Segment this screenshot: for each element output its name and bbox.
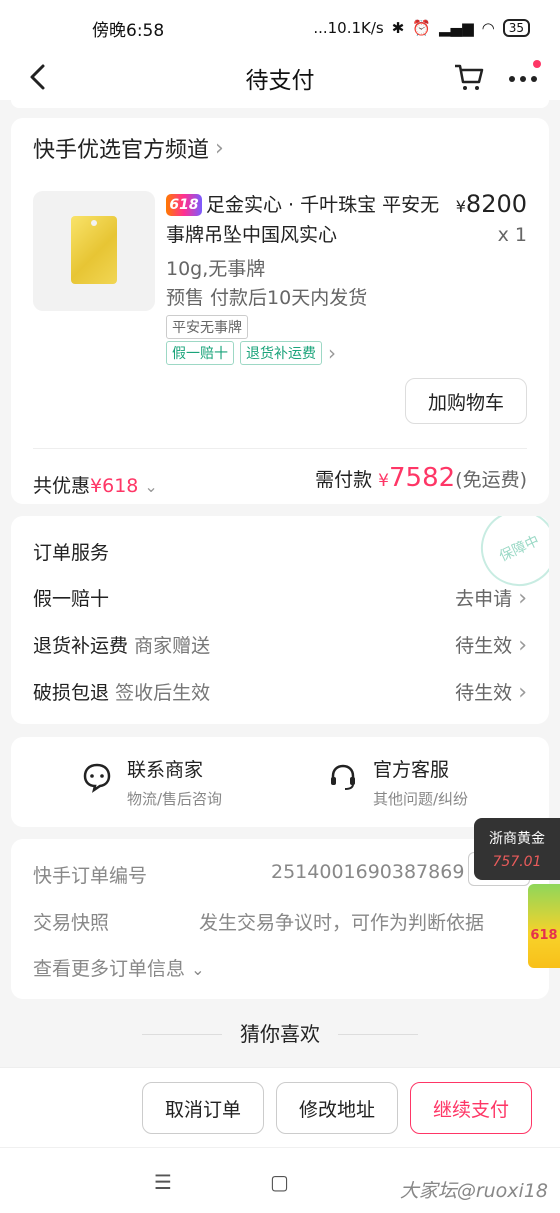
service-value: 去申请 › (455, 585, 527, 611)
service-label: 假一赔十 (33, 587, 110, 610)
gold-pendant-image (71, 216, 117, 284)
chevron-right-icon: › (518, 679, 527, 705)
wifi-icon: ◠ (481, 19, 495, 37)
menu-icon[interactable]: ☰ (154, 1170, 172, 1194)
contact-card: 联系商家 物流/售后咨询 官方客服 其他问题/纠纷 (11, 737, 549, 827)
status-time: 傍晚6:58 (92, 20, 165, 41)
currency-symbol: ¥ (455, 197, 466, 216)
ad-title: 浙商黄金 (489, 831, 545, 847)
product-tag: 平安无事牌 (166, 315, 248, 339)
payment-total: 需付款 ¥7582(免运费) (315, 463, 527, 493)
services-title: 订单服务 (33, 541, 110, 564)
chevron-down-icon: ⌄ (144, 477, 158, 496)
alarm-icon: ⏰ (412, 19, 432, 37)
continue-payment-button[interactable]: 继续支付 (410, 1082, 532, 1134)
cart-icon[interactable] (452, 60, 486, 94)
back-icon[interactable] (24, 62, 54, 92)
service-tags[interactable]: 假一赔十 退货补运费 › (166, 341, 336, 365)
nav-bar: 待支付 (0, 56, 560, 100)
order-number-label: 快手订单编号 (33, 865, 148, 887)
watermark: 大家坛@ruoxi18 (399, 1180, 548, 1202)
divider (33, 448, 527, 449)
status-icons: ...10.1K/s ✱ ⏰ ▂▄▆ ◠ 35 (313, 19, 530, 37)
modify-address-button[interactable]: 修改地址 (276, 1082, 398, 1134)
product-card: 快手优选官方频道 › 618 足金实心 · 千叶珠宝 平安无事牌吊坠中国风实心 ¥… (11, 118, 549, 504)
battery-icon: 35 (502, 19, 530, 37)
order-number-value: 2514001690387869 (271, 861, 465, 883)
services-title-row: 订单服务 (33, 534, 527, 568)
floating-ad-gold[interactable]: 浙商黄金 757.01 (474, 818, 560, 880)
service-row[interactable]: 破损包退 签收后生效 待生效 › (33, 674, 527, 708)
service-label: 退货补运费 商家赠送 (33, 634, 211, 657)
pay-label: 需付款 (315, 469, 373, 491)
contact-title: 官方客服 (373, 759, 450, 781)
divider (338, 1034, 418, 1035)
service-tag: 假一赔十 (166, 341, 234, 365)
service-tag: 退货补运费 (240, 341, 322, 365)
chevron-right-icon: › (215, 135, 224, 161)
discount-label: 共优惠 (33, 475, 91, 497)
network-speed: ...10.1K/s (313, 19, 384, 37)
pay-amount: 7582 (389, 463, 456, 493)
product-quantity: x 1 (497, 224, 527, 246)
product-spec: 10g,无事牌 (166, 258, 266, 280)
shop-name: 快手优选官方频道 (33, 138, 210, 163)
chevron-down-icon: ⌄ (191, 960, 205, 979)
snapshot-label: 交易快照 (33, 912, 110, 934)
service-row[interactable]: 退货补运费 商家赠送 待生效 › (33, 627, 527, 661)
service-row[interactable]: 假一赔十 去申请 › (33, 580, 527, 614)
order-info-card: 快手订单编号 2514001690387869 复制 交易快照 发生交易争议时，… (11, 839, 549, 999)
status-bar: 傍晚6:58 ...10.1K/s ✱ ⏰ ▂▄▆ ◠ 35 (0, 0, 560, 56)
shop-link[interactable]: 快手优选官方频道 › (33, 132, 224, 164)
recommendations-title: 猜你喜欢 (240, 1022, 320, 1046)
price-value: 8200 (465, 190, 527, 218)
shipping-info: 预售 付款后10天内发货 (166, 287, 368, 309)
contact-subtitle: 其他问题/纠纷 (373, 790, 469, 808)
contact-title: 联系商家 (127, 759, 204, 781)
discount-value: ¥618 (90, 475, 139, 497)
service-label: 破损包退 签收后生效 (33, 681, 211, 704)
service-value: 待生效 › (455, 632, 527, 658)
product-image[interactable] (33, 191, 155, 311)
notification-dot (533, 60, 541, 68)
headset-icon (331, 764, 355, 790)
pay-note: (免运费) (455, 469, 527, 491)
chevron-right-icon: › (518, 585, 527, 611)
discount-summary[interactable]: 共优惠¥618 ⌄ (33, 471, 158, 498)
official-support-button[interactable]: 官方客服 其他问题/纠纷 (327, 755, 468, 809)
contact-subtitle: 物流/售后咨询 (127, 790, 223, 808)
bluetooth-icon: ✱ (391, 19, 405, 37)
more-order-info[interactable]: 查看更多订单信息 ⌄ (33, 954, 204, 981)
add-to-cart-button[interactable]: 加购物车 (405, 378, 527, 424)
bottom-action-bar: 取消订单 修改地址 继续支付 (0, 1067, 560, 1147)
signal-icon: ▂▄▆ (439, 19, 474, 37)
pay-currency: ¥ (378, 471, 389, 491)
chevron-right-icon: › (518, 632, 527, 658)
cancel-order-button[interactable]: 取消订单 (142, 1082, 264, 1134)
promo-618-badge: 618 (166, 194, 202, 216)
product-title-text: 足金实心 · 千叶珠宝 平安无事牌吊坠中国风实心 (166, 194, 440, 246)
chat-bubble-icon (83, 763, 111, 793)
home-icon[interactable]: ▢ (270, 1170, 289, 1194)
order-services-card: 保障中 订单服务 假一赔十 去申请 › 退货补运费 商家赠送 待生效 › 破损包… (11, 516, 549, 724)
chevron-right-icon: › (328, 341, 336, 365)
contact-merchant-button[interactable]: 联系商家 物流/售后咨询 (81, 755, 222, 809)
product-price: ¥8200 (456, 190, 527, 218)
page-title: 待支付 (245, 68, 315, 94)
floating-ad-618[interactable]: 618 (528, 884, 560, 968)
service-value: 待生效 › (455, 679, 527, 705)
snapshot-value[interactable]: 发生交易争议时，可作为判断依据 (199, 908, 484, 935)
system-nav-bar: ☰ ▢ 大家坛@ruoxi18 (0, 1147, 560, 1213)
product-title[interactable]: 618 足金实心 · 千叶珠宝 平安无事牌吊坠中国风实心 (166, 190, 446, 250)
previous-card-edge (11, 100, 549, 108)
ad-price: 757.01 (492, 854, 542, 870)
